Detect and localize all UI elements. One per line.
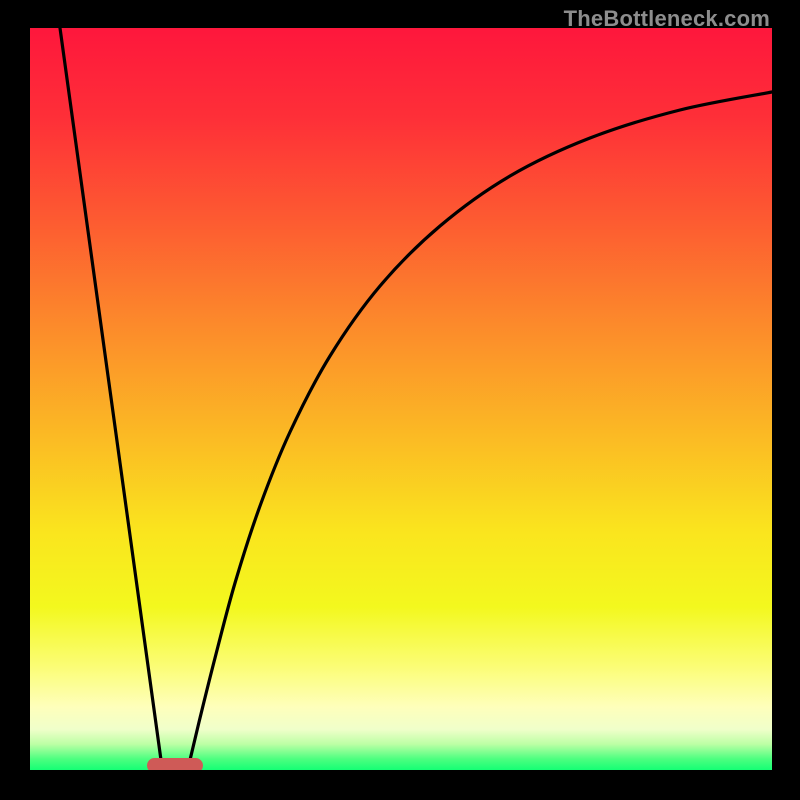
left-line — [60, 28, 161, 760]
right-curve — [190, 92, 772, 760]
chart-frame: TheBottleneck.com — [0, 0, 800, 800]
bottleneck-marker — [147, 758, 203, 770]
plot-area — [30, 28, 772, 770]
chart-curves — [30, 28, 772, 770]
